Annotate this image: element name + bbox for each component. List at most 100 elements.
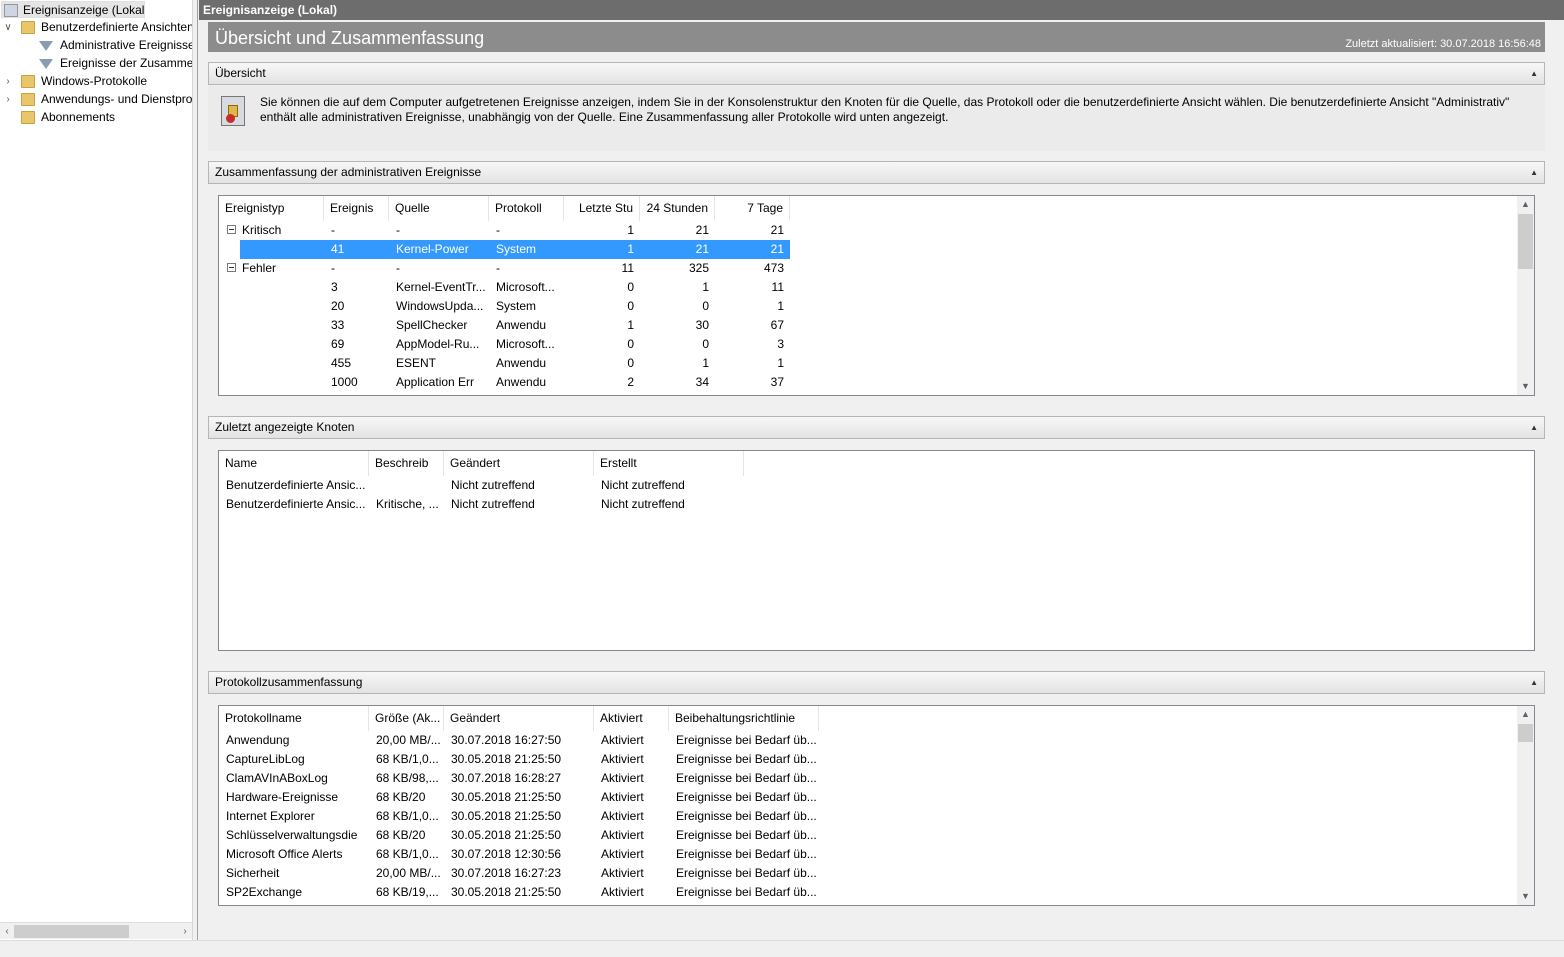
column-header[interactable]: Geändert bbox=[444, 451, 594, 476]
cell-type: Fehler bbox=[242, 261, 277, 275]
cell-log: System bbox=[496, 299, 537, 313]
cell-name: Benutzerdefinierte Ansic... bbox=[226, 497, 366, 511]
scroll-up-icon[interactable]: ▲ bbox=[1517, 706, 1534, 723]
section-header-overview[interactable]: Übersicht ▲ bbox=[208, 62, 1545, 85]
admin-summary-scrollbar[interactable]: ▲ ▼ bbox=[1517, 196, 1534, 395]
tree-item-administrative-events[interactable]: Administrative Ereignisse bbox=[0, 37, 192, 54]
column-header[interactable]: Protokollname bbox=[219, 706, 369, 731]
table-row[interactable]: Sicherheit 20,00 MB/... 30.07.2018 16:27… bbox=[219, 864, 819, 883]
cell-retention-policy: Ereignisse bei Bedarf üb... bbox=[676, 885, 817, 899]
tree-item-subscriptions[interactable]: Abonnements bbox=[0, 109, 192, 126]
column-header[interactable]: Größe (Ak... bbox=[369, 706, 444, 731]
table-row[interactable]: Fehler - - - 11 325 473 bbox=[219, 259, 790, 278]
table-row[interactable]: Schlüsselverwaltungsdie 68 KB/20 30.05.2… bbox=[219, 826, 819, 845]
table-row[interactable]: 3 Kernel-EventTr... Microsoft... 0 1 11 bbox=[219, 278, 790, 297]
column-header[interactable]: Erstellt bbox=[594, 451, 744, 476]
table-row-selected[interactable]: 41 Kernel-Power System 1 21 21 bbox=[240, 240, 790, 259]
table-row[interactable]: 455 ESENT Anwendu 0 1 1 bbox=[219, 354, 790, 373]
cell-day: 0 bbox=[702, 299, 709, 313]
section-title: Übersicht bbox=[215, 66, 266, 80]
table-row[interactable]: SP2Exchange 68 KB/19,... 30.05.2018 21:2… bbox=[219, 883, 819, 902]
scroll-down-icon[interactable]: ▼ bbox=[1517, 888, 1534, 905]
cell-size: 68 KB/1,0... bbox=[376, 809, 439, 823]
cell-enabled: Aktiviert bbox=[601, 771, 644, 785]
scroll-up-icon[interactable]: ▲ bbox=[1517, 196, 1534, 213]
column-header[interactable]: 7 Tage bbox=[715, 196, 790, 221]
caret-up-icon[interactable]: ▲ bbox=[1530, 417, 1538, 438]
column-header[interactable]: Ereignis bbox=[324, 196, 389, 221]
collapse-group-icon[interactable] bbox=[227, 225, 236, 234]
scroll-left-icon[interactable]: ‹ bbox=[0, 923, 14, 940]
scrollbar-thumb[interactable] bbox=[1518, 214, 1533, 269]
cell-changed: 30.05.2018 21:25:50 bbox=[451, 809, 562, 823]
cell-retention-policy: Ereignisse bei Bedarf üb... bbox=[676, 847, 817, 861]
caret-up-icon[interactable]: ▲ bbox=[1530, 672, 1538, 693]
collapse-group-icon[interactable] bbox=[227, 263, 236, 272]
tree-horizontal-scrollbar[interactable]: ‹ › bbox=[0, 922, 192, 939]
subscriptions-icon bbox=[21, 111, 35, 124]
column-header[interactable]: Letzte Stu bbox=[564, 196, 640, 221]
tree-item-root[interactable]: Ereignisanzeige (Lokal) bbox=[1, 1, 145, 18]
caret-up-icon[interactable]: ▲ bbox=[1530, 162, 1538, 183]
table-row[interactable]: 20 WindowsUpda... System 0 0 1 bbox=[219, 297, 790, 316]
log-summary-table: Protokollname Größe (Ak... Geändert Akti… bbox=[218, 705, 1535, 906]
table-row[interactable]: 33 SpellChecker Anwendu 1 30 67 bbox=[219, 316, 790, 335]
cell-type: Kritisch bbox=[242, 223, 282, 237]
cell-week: 1 bbox=[777, 299, 784, 313]
tree-item-label: Benutzerdefinierte Ansichten bbox=[41, 20, 192, 34]
table-row[interactable]: 69 AppModel-Ru... Microsoft... 0 0 3 bbox=[219, 335, 790, 354]
cell-size: 68 KB/20 bbox=[376, 790, 426, 804]
column-header[interactable]: Aktiviert bbox=[594, 706, 669, 731]
table-row[interactable]: Benutzerdefinierte Ansic... Nicht zutref… bbox=[219, 476, 744, 495]
tree-item-custom-views[interactable]: ∨ Benutzerdefinierte Ansichten bbox=[0, 19, 192, 36]
chevron-down-icon[interactable]: ∨ bbox=[3, 19, 13, 36]
column-header[interactable]: Ereignistyp bbox=[219, 196, 324, 221]
section-header-log-summary[interactable]: Protokollzusammenfassung ▲ bbox=[208, 671, 1545, 694]
table-row[interactable]: CaptureLibLog 68 KB/1,0... 30.05.2018 21… bbox=[219, 750, 819, 769]
cell-retention-policy: Ereignisse bei Bedarf üb... bbox=[676, 733, 817, 747]
cell-event: - bbox=[331, 223, 335, 237]
table-row[interactable]: Internet Explorer 68 KB/1,0... 30.05.201… bbox=[219, 807, 819, 826]
tree-item-windows-logs[interactable]: › Windows-Protokolle bbox=[0, 73, 192, 90]
section-header-admin-summary[interactable]: Zusammenfassung der administrativen Erei… bbox=[208, 161, 1545, 184]
pane-splitter[interactable] bbox=[193, 0, 198, 940]
table-row[interactable]: Kritisch - - - 1 21 21 bbox=[219, 221, 790, 240]
table-row[interactable]: Benutzerdefinierte Ansic... Kritische, .… bbox=[219, 495, 744, 514]
cell-week: 21 bbox=[770, 223, 784, 237]
tree-item-summary-events[interactable]: Ereignisse der Zusammenfassung bbox=[0, 55, 192, 72]
cell-enabled: Aktiviert bbox=[601, 809, 644, 823]
column-header[interactable]: Name bbox=[219, 451, 369, 476]
cell-name: Benutzerdefinierte Ansic... bbox=[226, 478, 366, 492]
chevron-right-icon[interactable]: › bbox=[3, 91, 13, 108]
section-title: Zuletzt angezeigte Knoten bbox=[215, 420, 355, 434]
column-header[interactable]: 24 Stunden bbox=[640, 196, 715, 221]
scrollbar-thumb[interactable] bbox=[14, 925, 129, 938]
column-header[interactable]: Quelle bbox=[389, 196, 489, 221]
caret-up-icon[interactable]: ▲ bbox=[1530, 63, 1538, 84]
table-row[interactable]: Microsoft Office Alerts 68 KB/1,0... 30.… bbox=[219, 845, 819, 864]
event-viewer-window: Ereignisanzeige (Lokal) ∨ Benutzerdefini… bbox=[0, 0, 1564, 957]
recent-nodes-table: Name Beschreib Geändert Erstellt Benutze… bbox=[218, 450, 1535, 651]
column-header[interactable]: Beschreib bbox=[369, 451, 444, 476]
column-header[interactable]: Beibehaltungsrichtlinie bbox=[669, 706, 819, 731]
cell-log-name: Microsoft Office Alerts bbox=[226, 847, 343, 861]
table-row[interactable]: ClamAVInABoxLog 68 KB/98,... 30.07.2018 … bbox=[219, 769, 819, 788]
table-row[interactable]: Hardware-Ereignisse 68 KB/20 30.05.2018 … bbox=[219, 788, 819, 807]
table-row[interactable]: 1000 Application Err Anwendu 2 34 37 bbox=[219, 373, 790, 392]
cell-enabled: Aktiviert bbox=[601, 828, 644, 842]
column-header[interactable]: Protokoll bbox=[489, 196, 564, 221]
cell-source: - bbox=[396, 261, 400, 275]
chevron-right-icon[interactable]: › bbox=[3, 73, 13, 90]
section-header-recent-nodes[interactable]: Zuletzt angezeigte Knoten ▲ bbox=[208, 416, 1545, 439]
scroll-down-icon[interactable]: ▼ bbox=[1517, 378, 1534, 395]
tree-item-app-service-logs[interactable]: › Anwendungs- und Dienstprotokolle bbox=[0, 91, 192, 108]
table-row[interactable]: Anwendung 20,00 MB/... 30.07.2018 16:27:… bbox=[219, 731, 819, 750]
scroll-right-icon[interactable]: › bbox=[178, 923, 192, 940]
cell-changed: 30.05.2018 21:25:50 bbox=[451, 752, 562, 766]
cell-log: Microsoft... bbox=[496, 337, 555, 351]
scrollbar-thumb[interactable] bbox=[1518, 724, 1533, 742]
cell-day: 1 bbox=[702, 356, 709, 370]
column-header[interactable]: Geändert bbox=[444, 706, 594, 731]
log-summary-scrollbar[interactable]: ▲ ▼ bbox=[1517, 706, 1534, 905]
cell-size: 68 KB/1,0... bbox=[376, 752, 439, 766]
